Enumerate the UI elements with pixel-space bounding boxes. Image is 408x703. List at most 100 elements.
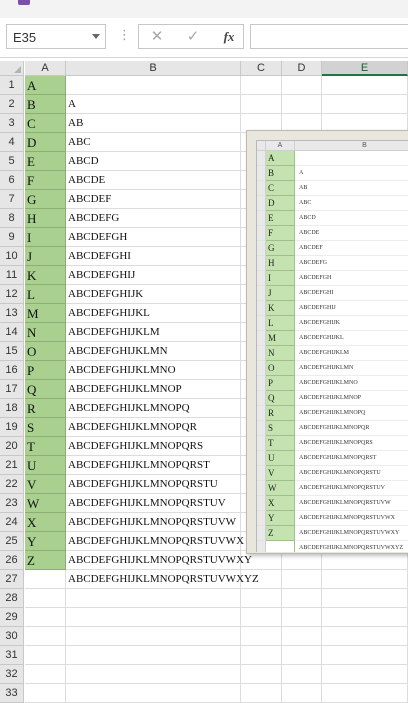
- cell-a[interactable]: [25, 608, 66, 627]
- cell-b[interactable]: ABCDEFGHIJK: [66, 285, 241, 304]
- row-header[interactable]: 20: [0, 437, 24, 456]
- pasted-picture[interactable]: A B A B A C AB D ABC E ABCD F ABCDE G ABCDEF H ABCDEFG…: [246, 130, 408, 554]
- row-header[interactable]: 9: [0, 228, 24, 247]
- cell-e[interactable]: [322, 646, 408, 665]
- cell-b[interactable]: ABCDE: [66, 171, 241, 190]
- cell-a[interactable]: J: [25, 247, 66, 266]
- cell-a[interactable]: Y: [25, 532, 66, 551]
- cell-b[interactable]: ABCDEFGHIJKLMNOPQRSTUVWXY: [66, 551, 252, 570]
- cell-a[interactable]: S: [25, 418, 66, 437]
- cell-b[interactable]: ABCDEFGHIJKLMNOPQR: [66, 418, 241, 437]
- row-header[interactable]: 12: [0, 285, 24, 304]
- row-header[interactable]: 8: [0, 209, 24, 228]
- cell-c[interactable]: [241, 76, 282, 95]
- select-all-corner[interactable]: [0, 61, 24, 76]
- cell-b[interactable]: ABCDEFGHIJ: [66, 266, 241, 285]
- cell-c[interactable]: [241, 570, 282, 589]
- cell-b[interactable]: ABCDEFGHIJKLM: [66, 323, 241, 342]
- cell-d[interactable]: [282, 665, 322, 684]
- cell-b[interactable]: [66, 589, 241, 608]
- insert-function-icon[interactable]: fx: [219, 27, 239, 47]
- cell-a[interactable]: N: [25, 323, 66, 342]
- cell-b[interactable]: ABCDEFG: [66, 209, 241, 228]
- cell-e[interactable]: [322, 665, 408, 684]
- cell-b[interactable]: A: [66, 95, 241, 114]
- cell-a[interactable]: Q: [25, 380, 66, 399]
- row-header[interactable]: 2: [0, 95, 24, 114]
- cell-b[interactable]: ABCDEFGHIJKLMNOPQRSTU: [66, 475, 241, 494]
- cell-b[interactable]: ABCDEFGHIJKL: [66, 304, 241, 323]
- cell-a[interactable]: I: [25, 228, 66, 247]
- cell-b[interactable]: [66, 76, 241, 95]
- cell-a[interactable]: O: [25, 342, 66, 361]
- cell-b[interactable]: [66, 665, 241, 684]
- cell-b[interactable]: [66, 684, 241, 703]
- cell-a[interactable]: [25, 665, 66, 684]
- cell-d[interactable]: [282, 608, 322, 627]
- cell-b[interactable]: ABCDEFGHIJKLMNOPQRSTUVWXYZ: [66, 570, 259, 589]
- cell-c[interactable]: [241, 95, 282, 114]
- formula-bar-grip[interactable]: ⋮: [118, 27, 131, 43]
- row-header[interactable]: 25: [0, 532, 24, 551]
- name-box[interactable]: E35: [6, 24, 106, 49]
- cell-a[interactable]: [25, 570, 66, 589]
- cell-d[interactable]: [282, 589, 322, 608]
- cell-a[interactable]: [25, 589, 66, 608]
- row-header[interactable]: 29: [0, 608, 24, 627]
- cell-a[interactable]: [25, 684, 66, 703]
- cell-a[interactable]: Z: [25, 551, 66, 570]
- cell-a[interactable]: T: [25, 437, 66, 456]
- cell-a[interactable]: B: [25, 95, 66, 114]
- cell-a[interactable]: W: [25, 494, 66, 513]
- cell-b[interactable]: ABCDEFGHIJKLMNOP: [66, 380, 241, 399]
- chevron-down-icon[interactable]: [92, 34, 100, 39]
- cell-a[interactable]: V: [25, 475, 66, 494]
- cell-d[interactable]: [282, 627, 322, 646]
- row-header[interactable]: 15: [0, 342, 24, 361]
- cell-d[interactable]: [282, 570, 322, 589]
- cell-b[interactable]: ABCDEFGHIJKLMNOPQRSTUVW: [66, 513, 241, 532]
- row-header[interactable]: 19: [0, 418, 24, 437]
- column-header-d[interactable]: D: [282, 61, 322, 76]
- cell-e[interactable]: [322, 95, 408, 114]
- cell-c[interactable]: [241, 646, 282, 665]
- cell-b[interactable]: ABCDEFGH: [66, 228, 241, 247]
- cell-e[interactable]: [322, 76, 408, 95]
- cell-b[interactable]: ABC: [66, 133, 241, 152]
- cell-c[interactable]: [241, 665, 282, 684]
- cell-b[interactable]: [66, 627, 241, 646]
- cell-b[interactable]: ABCDEFGHIJKLMNO: [66, 361, 241, 380]
- row-header[interactable]: 23: [0, 494, 24, 513]
- row-header[interactable]: 3: [0, 114, 24, 133]
- cell-d[interactable]: [282, 95, 322, 114]
- cell-b[interactable]: [66, 608, 241, 627]
- cell-b[interactable]: ABCDEF: [66, 190, 241, 209]
- cell-b[interactable]: [66, 646, 241, 665]
- cell-a[interactable]: H: [25, 209, 66, 228]
- row-header[interactable]: 27: [0, 570, 24, 589]
- column-header-c[interactable]: C: [241, 61, 282, 76]
- cell-e[interactable]: [322, 627, 408, 646]
- cell-a[interactable]: [25, 646, 66, 665]
- cell-b[interactable]: ABCDEFGHIJKLMNOPQRST: [66, 456, 241, 475]
- row-header[interactable]: 13: [0, 304, 24, 323]
- cell-b[interactable]: AB: [66, 114, 241, 133]
- row-header[interactable]: 31: [0, 646, 24, 665]
- row-header[interactable]: 17: [0, 380, 24, 399]
- cell-c[interactable]: [241, 627, 282, 646]
- row-header[interactable]: 1: [0, 76, 24, 95]
- row-header[interactable]: 10: [0, 247, 24, 266]
- cell-a[interactable]: G: [25, 190, 66, 209]
- cell-a[interactable]: A: [25, 76, 66, 95]
- cell-a[interactable]: E: [25, 152, 66, 171]
- row-header[interactable]: 26: [0, 551, 24, 570]
- row-header[interactable]: 33: [0, 684, 24, 703]
- cell-a[interactable]: P: [25, 361, 66, 380]
- cell-b[interactable]: ABCDEFGHI: [66, 247, 241, 266]
- cell-b[interactable]: ABCDEFGHIJKLMNOPQRS: [66, 437, 241, 456]
- cell-b[interactable]: ABCD: [66, 152, 241, 171]
- formula-input[interactable]: [250, 24, 408, 49]
- row-header[interactable]: 6: [0, 171, 24, 190]
- cell-a[interactable]: U: [25, 456, 66, 475]
- cell-a[interactable]: C: [25, 114, 66, 133]
